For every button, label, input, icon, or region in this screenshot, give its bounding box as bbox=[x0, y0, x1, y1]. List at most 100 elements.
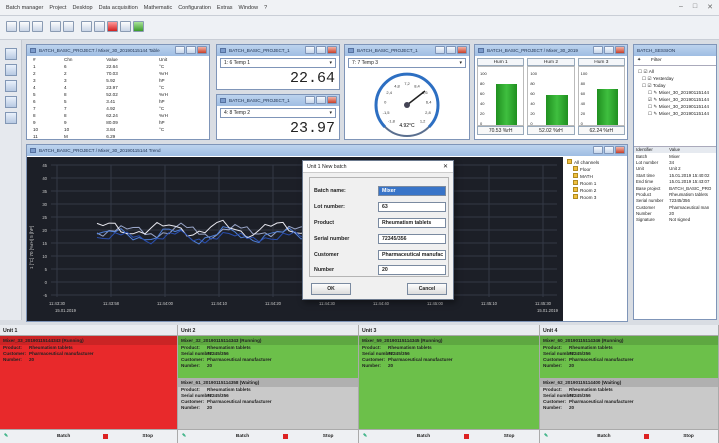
start-icon[interactable] bbox=[133, 21, 144, 32]
customer-field[interactable]: Pharmaceutical manufac bbox=[378, 250, 446, 260]
table-row[interactable]: 10 10 3.84 °C bbox=[31, 126, 201, 133]
table-row[interactable]: 11 M 6.29 bbox=[31, 133, 201, 140]
close-button[interactable] bbox=[327, 46, 337, 54]
legend-item[interactable]: All channels bbox=[567, 159, 623, 166]
batch-button[interactable]: Batch bbox=[236, 434, 249, 439]
edit-icon[interactable]: ✎ bbox=[544, 434, 548, 439]
table-row[interactable]: 7 7 4.92 °C bbox=[31, 105, 201, 112]
maximize-button[interactable] bbox=[316, 96, 326, 104]
maximize-button[interactable] bbox=[316, 46, 326, 54]
tree-item[interactable]: ☐ ✎ Mixer_30_20190115144 bbox=[638, 89, 712, 96]
product-field[interactable]: Rheumatism tablets bbox=[378, 218, 446, 228]
ok-button[interactable]: OK bbox=[311, 283, 351, 295]
chart-icon[interactable] bbox=[94, 21, 105, 32]
open-icon[interactable] bbox=[19, 21, 30, 32]
tree-item[interactable]: ☐ ✎ Mixer_30_20190115144 bbox=[638, 110, 712, 117]
close-button[interactable] bbox=[615, 146, 625, 154]
batch-name-field[interactable]: Mixer bbox=[378, 186, 446, 196]
menu-project[interactable]: Project bbox=[49, 5, 66, 11]
funnel-icon[interactable]: ✦ bbox=[637, 58, 641, 63]
batch-button[interactable]: Batch bbox=[417, 434, 430, 439]
minimize-button[interactable]: – bbox=[679, 3, 683, 11]
view-icon[interactable] bbox=[5, 80, 17, 92]
view-icon[interactable] bbox=[5, 96, 17, 108]
maximize-button[interactable]: □ bbox=[693, 3, 697, 11]
legend-item[interactable]: MATH bbox=[567, 173, 623, 180]
table-row[interactable]: 2 2 70.03 %rH bbox=[31, 70, 201, 77]
tree-item[interactable]: ☐ ☑ Today bbox=[638, 82, 712, 89]
table-row[interactable]: 8 8 62.24 %rH bbox=[31, 112, 201, 119]
tree-item[interactable]: ☐ ✎ Mixer_30_20190115144 bbox=[638, 103, 712, 110]
maximize-button[interactable] bbox=[446, 46, 456, 54]
stop-button[interactable]: Stop bbox=[142, 434, 153, 439]
close-button[interactable] bbox=[615, 46, 625, 54]
cancel-button[interactable]: Cancel bbox=[407, 283, 447, 295]
minimize-button[interactable] bbox=[435, 46, 445, 54]
channel-select[interactable]: 4: 8 Temp 2 bbox=[220, 108, 336, 118]
table-row[interactable]: 5 8 52.02 %rH bbox=[31, 91, 201, 98]
table-row[interactable]: 4 4 23.97 °C bbox=[31, 84, 201, 91]
tree-item[interactable]: ☐ ☑ Yesterday bbox=[638, 75, 712, 82]
table-row[interactable]: 1 6 22.64 °C bbox=[31, 63, 201, 70]
view-icon[interactable] bbox=[5, 112, 17, 124]
stop-icon[interactable] bbox=[103, 434, 109, 439]
number-field[interactable]: 20 bbox=[378, 265, 446, 275]
view-icon[interactable] bbox=[5, 48, 17, 60]
grid-icon[interactable] bbox=[63, 21, 74, 32]
menu-extras[interactable]: Extras bbox=[217, 5, 233, 11]
minimize-button[interactable] bbox=[593, 46, 603, 54]
close-button[interactable] bbox=[197, 46, 207, 54]
menu-data-acquisition[interactable]: Data acquisition bbox=[99, 5, 138, 11]
stop-button[interactable]: Stop bbox=[504, 434, 515, 439]
menu-batch-manager[interactable]: Batch manager bbox=[6, 5, 43, 11]
maximize-button[interactable] bbox=[604, 146, 614, 154]
batch-job[interactable]: Mixer_59_20190115114345 (Running) Product… bbox=[359, 336, 539, 429]
new-icon[interactable] bbox=[6, 21, 17, 32]
minimize-button[interactable] bbox=[593, 146, 603, 154]
menu-mathematic[interactable]: Mathematic bbox=[144, 5, 172, 11]
tree-item[interactable]: ☑ ✎ Mixer_30_20190115144 bbox=[638, 96, 712, 103]
batch-button[interactable]: Batch bbox=[597, 434, 610, 439]
maximize-button[interactable] bbox=[186, 46, 196, 54]
menu-window[interactable]: Window bbox=[239, 5, 259, 11]
lot-number-field[interactable]: 63 bbox=[378, 202, 446, 212]
serial-number-field[interactable]: 72345/356 bbox=[378, 234, 446, 244]
print-icon[interactable] bbox=[50, 21, 61, 32]
stop-button[interactable]: Stop bbox=[683, 434, 694, 439]
filter-label[interactable]: Filter bbox=[651, 58, 662, 63]
stop-icon[interactable] bbox=[463, 434, 469, 439]
legend-item[interactable]: Floor bbox=[567, 166, 623, 173]
channel-select[interactable]: 7: 7 Temp 3 bbox=[348, 58, 466, 68]
channel-select[interactable]: 1: 6 Temp 1 bbox=[220, 58, 336, 68]
stop-icon[interactable] bbox=[282, 434, 288, 439]
menu-configuration[interactable]: Configuration bbox=[178, 5, 211, 11]
minimize-button[interactable] bbox=[305, 96, 315, 104]
batch-job[interactable]: Mixer_33_20190115144343 (Running) Product… bbox=[0, 336, 177, 429]
legend-item[interactable]: Room 1 bbox=[567, 180, 623, 187]
menu-help[interactable]: ? bbox=[264, 5, 267, 11]
table-icon[interactable] bbox=[120, 21, 131, 32]
menu-desktop[interactable]: Desktop bbox=[72, 5, 92, 11]
close-button[interactable]: ✕ bbox=[707, 3, 713, 11]
edit-icon[interactable]: ✎ bbox=[4, 434, 8, 439]
legend-item[interactable]: Room 3 bbox=[567, 194, 623, 201]
stop-icon[interactable] bbox=[643, 434, 649, 439]
dialog-close-button[interactable]: ✕ bbox=[443, 163, 448, 170]
save-icon[interactable] bbox=[32, 21, 43, 32]
record-icon[interactable] bbox=[107, 21, 118, 32]
maximize-button[interactable] bbox=[604, 46, 614, 54]
minimize-button[interactable] bbox=[175, 46, 185, 54]
table-row[interactable]: 9 9 80.09 hP bbox=[31, 119, 201, 126]
close-button[interactable] bbox=[327, 96, 337, 104]
edit-icon[interactable]: ✎ bbox=[182, 434, 186, 439]
tree-item[interactable]: ☐ ☑ All bbox=[638, 68, 712, 75]
batch-job[interactable]: Mixer_62_20190115114400 (Waiting) Product… bbox=[540, 378, 718, 420]
batch-job[interactable]: Mixer_32_20190115114343 (Running) Product… bbox=[178, 336, 358, 378]
minimize-button[interactable] bbox=[305, 46, 315, 54]
close-button[interactable] bbox=[457, 46, 467, 54]
table-row[interactable]: 6 5 3.41 hP bbox=[31, 98, 201, 105]
view-icon[interactable] bbox=[5, 64, 17, 76]
settings-icon[interactable] bbox=[81, 21, 92, 32]
edit-icon[interactable]: ✎ bbox=[363, 434, 367, 439]
batch-job[interactable]: Mixer_61_20190115114358 (Waiting) Product… bbox=[178, 378, 358, 420]
